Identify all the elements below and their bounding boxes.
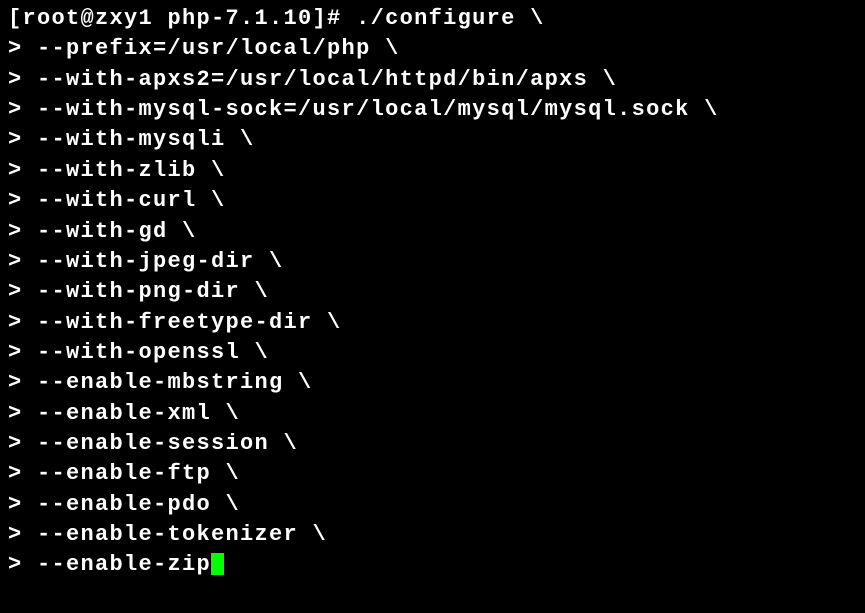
continuation-prompt: > [8,188,37,213]
continuation-line: > --with-jpeg-dir \ [8,247,857,277]
continuation-text: --with-mysql-sock=/usr/local/mysql/mysql… [37,97,719,122]
continuation-text: --with-gd \ [37,219,197,244]
continuation-line: > --with-png-dir \ [8,277,857,307]
continuation-text: --enable-pdo \ [37,492,240,517]
continuation-text: --enable-xml \ [37,401,240,426]
continuation-line: > --prefix=/usr/local/php \ [8,34,857,64]
command-line: [root@zxy1 php-7.1.10]# ./configure \ [8,4,857,34]
continuation-prompt: > [8,370,37,395]
continuation-prompt: > [8,219,37,244]
continuation-text: --enable-ftp \ [37,461,240,486]
continuation-text: --enable-zip [37,552,211,577]
continuation-text: --enable-session \ [37,431,298,456]
continuation-text: --with-curl \ [37,188,226,213]
continuation-text: --with-jpeg-dir \ [37,249,284,274]
continuation-prompt: > [8,340,37,365]
continuation-prompt: > [8,461,37,486]
continuation-text: --enable-mbstring \ [37,370,313,395]
continuation-line: > --enable-tokenizer \ [8,520,857,550]
continuation-line: > --enable-ftp \ [8,459,857,489]
continuation-prompt: > [8,552,37,577]
continuation-prompt: > [8,97,37,122]
continuation-prompt: > [8,127,37,152]
continuation-line: > --enable-session \ [8,429,857,459]
continuation-prompt: > [8,522,37,547]
continuation-prompt: > [8,67,37,92]
continuation-line: > --enable-xml \ [8,399,857,429]
continuation-prompt: > [8,431,37,456]
continuation-text: --with-mysqli \ [37,127,255,152]
continuation-line: > --enable-mbstring \ [8,368,857,398]
continuation-line: > --with-curl \ [8,186,857,216]
continuation-prompt: > [8,158,37,183]
continuation-line: > --with-apxs2=/usr/local/httpd/bin/apxs… [8,65,857,95]
continuation-prompt: > [8,401,37,426]
continuation-prompt: > [8,249,37,274]
continuation-line: > --enable-pdo \ [8,490,857,520]
continuation-line: > --with-gd \ [8,217,857,247]
continuation-text: --with-png-dir \ [37,279,269,304]
continuation-line: > --with-mysql-sock=/usr/local/mysql/mys… [8,95,857,125]
continuation-text: --with-freetype-dir \ [37,310,342,335]
command-text: ./configure \ [356,6,545,31]
continuation-line: > --with-mysqli \ [8,125,857,155]
continuation-line: > --with-openssl \ [8,338,857,368]
continuation-line: > --with-zlib \ [8,156,857,186]
continuation-line: > --enable-zip [8,550,857,580]
continuation-prompt: > [8,492,37,517]
continuation-text: --enable-tokenizer \ [37,522,327,547]
continuation-text: --prefix=/usr/local/php \ [37,36,400,61]
terminal-output[interactable]: [root@zxy1 php-7.1.10]# ./configure \ > … [8,4,857,581]
shell-prompt: [root@zxy1 php-7.1.10]# [8,6,356,31]
cursor-icon [211,553,224,575]
continuation-prompt: > [8,36,37,61]
continuation-text: --with-openssl \ [37,340,269,365]
continuation-text: --with-zlib \ [37,158,226,183]
continuation-prompt: > [8,279,37,304]
continuation-text: --with-apxs2=/usr/local/httpd/bin/apxs \ [37,67,617,92]
continuation-line: > --with-freetype-dir \ [8,308,857,338]
continuation-prompt: > [8,310,37,335]
